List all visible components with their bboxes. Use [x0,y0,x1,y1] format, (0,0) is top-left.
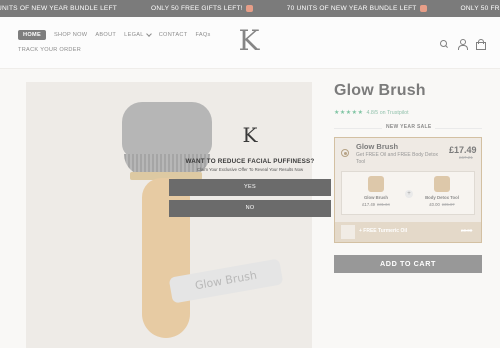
yes-button[interactable]: YES [169,179,331,196]
quiz-popup: K WANT TO REDUCE FACIAL PUFFINESS? Claim… [169,118,331,228]
no-button[interactable]: NO [169,200,331,217]
popup-subtitle: Claim Your Exclusive Offer To Reveal You… [196,167,304,172]
popup-question: WANT TO REDUCE FACIAL PUFFINESS? [185,158,315,165]
popup-logo: K [242,123,258,147]
